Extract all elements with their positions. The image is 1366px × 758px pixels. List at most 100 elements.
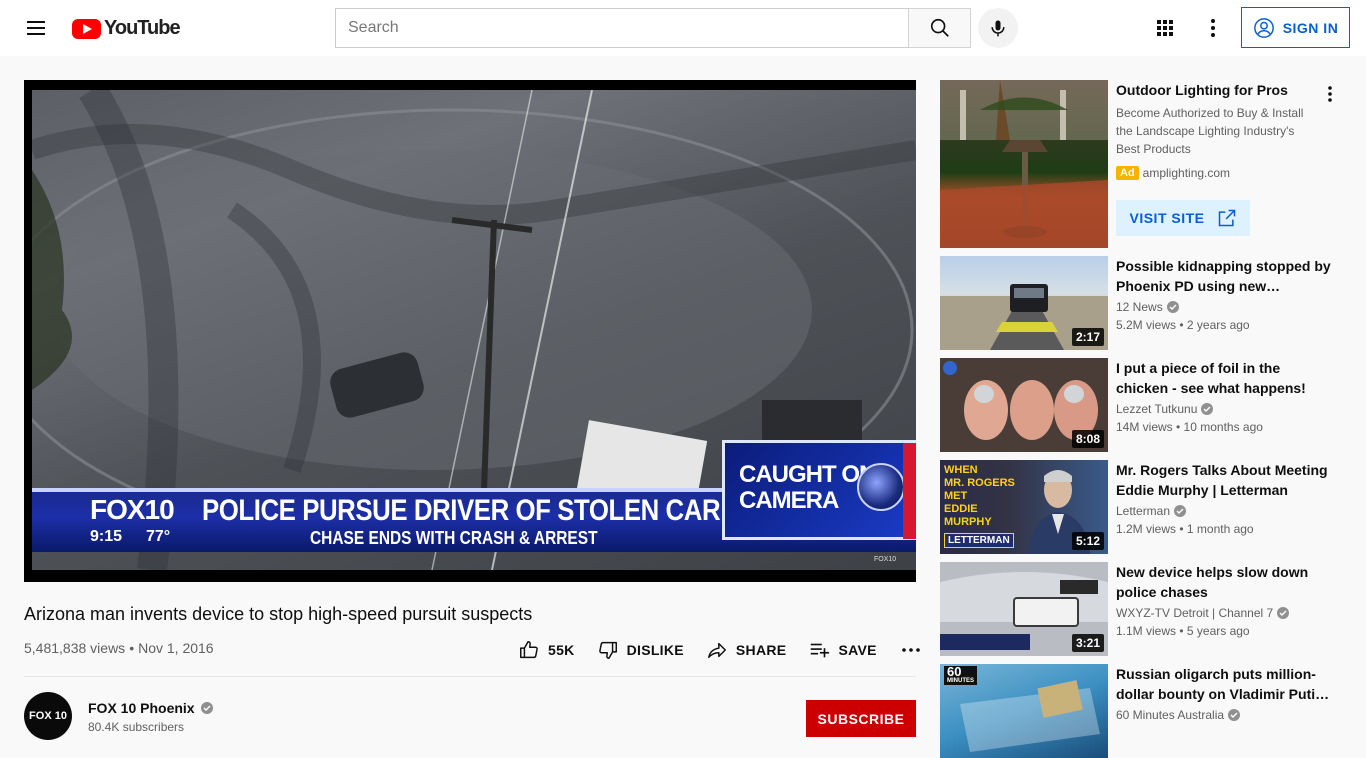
verified-badge-icon bbox=[1277, 607, 1290, 619]
overlay-time: 9:15 bbox=[90, 528, 123, 545]
sign-in-label: SIGN IN bbox=[1282, 19, 1339, 36]
recommended-video[interactable]: 60 MINUTES Russian oligarch puts million… bbox=[940, 664, 1344, 758]
ad-more-icon[interactable] bbox=[1318, 82, 1342, 106]
subscribe-button[interactable]: SUBSCRIBE bbox=[806, 700, 916, 737]
info-divider bbox=[24, 676, 916, 677]
ad-domain: Ad amplighting.com bbox=[1116, 166, 1230, 180]
overlay-headline: POLICE PURSUE DRIVER OF STOLEN CAR bbox=[202, 494, 721, 527]
fox10-logo: FOX10 bbox=[90, 494, 175, 525]
like-button[interactable]: 55K bbox=[518, 639, 575, 661]
more-horizontal-icon bbox=[901, 648, 920, 652]
channel-text: 60 Minutes Australia bbox=[1116, 708, 1225, 722]
menu-icon[interactable] bbox=[24, 16, 48, 40]
video-frame: FOX10 9:15 77° POLICE PURSUE DRIVER OF S… bbox=[32, 90, 916, 570]
video-player[interactable]: FOX10 9:15 77° POLICE PURSUE DRIVER OF S… bbox=[24, 80, 916, 582]
video-title[interactable]: I put a piece of foil in the chicken - s… bbox=[1116, 358, 1332, 398]
visit-site-label: VISIT SITE bbox=[1129, 210, 1205, 226]
recommended-video[interactable]: WHEN MR. ROGERS MET EDDIE MURPHY LETTERM… bbox=[940, 460, 1344, 554]
video-duration: 3:21 bbox=[1071, 634, 1104, 652]
ad-thumbnail[interactable] bbox=[940, 80, 1108, 248]
search-bar bbox=[335, 8, 971, 48]
video-channel[interactable]: Letterman bbox=[1116, 504, 1187, 518]
channel-text: WXYZ-TV Detroit | Channel 7 bbox=[1116, 606, 1274, 620]
video-thumbnail[interactable]: 60 MINUTES bbox=[940, 664, 1108, 758]
channel-name-text: FOX 10 Phoenix bbox=[88, 700, 195, 716]
channel-watermark: FOX10 bbox=[874, 556, 897, 563]
ad-title[interactable]: Outdoor Lighting for Pros bbox=[1116, 82, 1316, 98]
search-input[interactable] bbox=[335, 8, 908, 48]
video-meta: 5,481,838 views • Nov 1, 2016 bbox=[24, 640, 214, 656]
verified-badge-icon bbox=[1174, 505, 1187, 517]
share-label: SHARE bbox=[735, 642, 787, 658]
meta-separator: • bbox=[129, 640, 135, 656]
search-button[interactable] bbox=[908, 8, 971, 48]
ad-description: Become Authorized to Buy & Install the L… bbox=[1116, 106, 1304, 156]
recommended-video[interactable]: 8:08 I put a piece of foil in the chicke… bbox=[940, 358, 1344, 452]
channel-text: Letterman bbox=[1116, 504, 1171, 518]
video-channel[interactable]: 12 News bbox=[1116, 300, 1179, 314]
overlay-subhead: CHASE ENDS WITH CRASH & ARREST bbox=[310, 528, 598, 548]
video-thumbnail[interactable]: 3:21 bbox=[940, 562, 1108, 656]
video-channel[interactable]: 60 Minutes Australia bbox=[1116, 708, 1241, 722]
verified-badge-icon bbox=[1201, 403, 1214, 415]
channel-text: Lezzet Tutkunu bbox=[1116, 402, 1198, 416]
dislike-label: DISLIKE bbox=[626, 642, 684, 658]
letterman-logo: LETTERMAN bbox=[944, 533, 1014, 548]
video-title[interactable]: Possible kidnapping stopped by Phoenix P… bbox=[1116, 256, 1332, 296]
video-stats: 1.2M views • 1 month ago bbox=[1116, 522, 1254, 536]
avatar-text: FOX 10 bbox=[29, 709, 67, 722]
ad-domain-text: amplighting.com bbox=[1142, 166, 1231, 180]
voice-search-button[interactable] bbox=[978, 8, 1018, 48]
upload-date: Nov 1, 2016 bbox=[138, 640, 214, 656]
video-duration: 2:17 bbox=[1071, 328, 1104, 346]
video-thumbnail[interactable]: 2:17 bbox=[940, 256, 1108, 350]
thumbs-down-icon bbox=[598, 641, 617, 659]
visit-site-button[interactable]: VISIT SITE bbox=[1116, 200, 1250, 236]
share-button[interactable]: SHARE bbox=[706, 639, 787, 661]
settings-more-icon[interactable] bbox=[1201, 16, 1225, 40]
video-stats: 14M views • 10 months ago bbox=[1116, 420, 1263, 434]
channel-name[interactable]: FOX 10 Phoenix bbox=[88, 700, 213, 716]
overlay-temperature: 77° bbox=[146, 528, 171, 545]
sign-in-button[interactable]: SIGN IN bbox=[1241, 7, 1350, 48]
video-title: Arizona man invents device to stop high-… bbox=[24, 604, 533, 624]
video-duration: 5:12 bbox=[1071, 532, 1104, 550]
view-count: 5,481,838 views bbox=[24, 640, 126, 656]
youtube-logo[interactable]: YouTube bbox=[72, 17, 181, 40]
like-count: 55K bbox=[548, 642, 575, 658]
video-stats: 1.1M views • 5 years ago bbox=[1116, 624, 1250, 638]
video-actions: 55K DISLIKE SHARE SAVE bbox=[518, 636, 923, 664]
save-label: SAVE bbox=[838, 642, 877, 658]
video-thumbnail[interactable]: WHEN MR. ROGERS MET EDDIE MURPHY LETTERM… bbox=[940, 460, 1108, 554]
video-title[interactable]: New device helps slow down police chases bbox=[1116, 562, 1332, 602]
verified-badge-icon bbox=[200, 702, 213, 714]
save-button[interactable]: SAVE bbox=[808, 639, 876, 661]
apps-grid-icon[interactable] bbox=[1153, 16, 1177, 40]
thumbs-up-icon bbox=[520, 641, 538, 659]
sidebar-ad[interactable]: Outdoor Lighting for Pros Become Authori… bbox=[940, 80, 1344, 248]
video-channel[interactable]: Lezzet Tutkunu bbox=[1116, 402, 1214, 416]
video-channel[interactable]: WXYZ-TV Detroit | Channel 7 bbox=[1116, 606, 1290, 620]
verified-badge-icon bbox=[1228, 709, 1241, 721]
video-thumbnail[interactable]: 8:08 bbox=[940, 358, 1108, 452]
badge-line-2: CAMERA bbox=[739, 487, 839, 514]
more-actions-button[interactable] bbox=[899, 639, 923, 661]
recommended-video[interactable]: 2:17 Possible kidnapping stopped by Phoe… bbox=[940, 256, 1344, 350]
video-duration: 8:08 bbox=[1071, 430, 1104, 448]
video-title[interactable]: Russian oligarch puts million-dollar bou… bbox=[1116, 664, 1332, 704]
search-icon bbox=[930, 18, 949, 37]
channel-avatar[interactable]: FOX 10 bbox=[24, 692, 72, 740]
badge-line-1: CAUGHT ON bbox=[739, 461, 876, 488]
channel-text: 12 News bbox=[1116, 300, 1163, 314]
masthead: YouTube SIGN IN bbox=[0, 0, 1366, 56]
share-arrow-icon bbox=[707, 642, 726, 659]
video-stats: 5.2M views • 2 years ago bbox=[1116, 318, 1250, 332]
bounty-image bbox=[960, 680, 1100, 752]
subscriber-count: 80.4K subscribers bbox=[88, 720, 185, 734]
dislike-button[interactable]: DISLIKE bbox=[597, 639, 684, 661]
microphone-icon bbox=[991, 20, 1005, 37]
verified-badge-icon bbox=[1166, 301, 1179, 313]
garden-lamp-image bbox=[940, 80, 1108, 248]
video-title[interactable]: Mr. Rogers Talks About Meeting Eddie Mur… bbox=[1116, 460, 1332, 500]
recommended-video[interactable]: 3:21 New device helps slow down police c… bbox=[940, 562, 1344, 656]
